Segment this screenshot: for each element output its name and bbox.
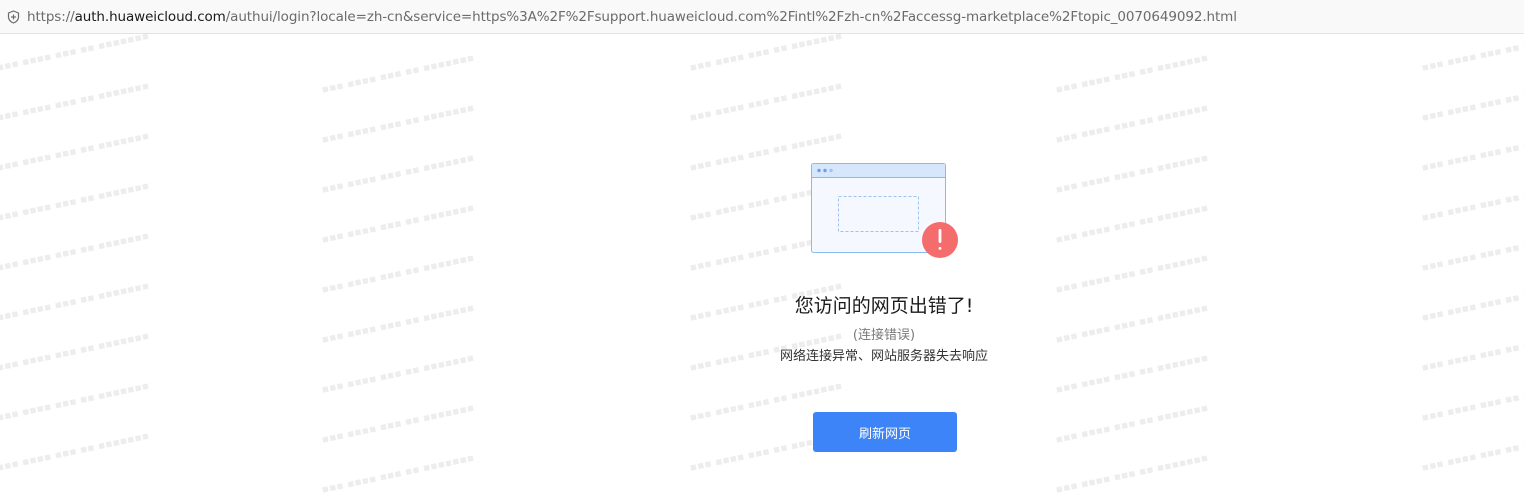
- error-description: 网络连接异常、网站服务器失去响应: [779, 349, 988, 364]
- address-bar[interactable]: https://auth.huaweicloud.com/authui/logi…: [0, 0, 1524, 34]
- watermark-mark: ▪▪▪ ▪▪▪▪ ▪▪▪ ▪▪ ▪▪▪▪▪▪▪: [1420, 278, 1524, 325]
- watermark-mark: ▪▪▪ ▪▪▪▪ ▪▪▪ ▪▪ ▪▪▪▪▪▪▪: [1054, 450, 1210, 496]
- watermark-mark: ▪▪▪ ▪▪▪▪ ▪▪▪ ▪▪ ▪▪▪▪▪▪▪: [688, 78, 844, 125]
- error-title: 您访问的网页出错了!: [794, 295, 974, 317]
- shield-icon[interactable]: [6, 9, 20, 24]
- watermark-mark: ▪▪▪ ▪▪▪▪ ▪▪▪ ▪▪ ▪▪▪▪▪▪▪: [1420, 428, 1524, 475]
- watermark-mark: ▪▪▪ ▪▪▪▪ ▪▪▪ ▪▪ ▪▪▪▪▪▪▪: [1054, 50, 1210, 97]
- url-path: /authui/login?locale=zh-cn&service=https…: [225, 8, 1237, 25]
- watermark-mark: ▪▪▪ ▪▪▪▪ ▪▪▪ ▪▪ ▪▪▪▪▪▪▪: [0, 78, 151, 125]
- watermark-mark: ▪▪▪ ▪▪▪▪ ▪▪▪ ▪▪ ▪▪▪▪▪▪▪: [320, 150, 476, 197]
- watermark-mark: ▪▪▪ ▪▪▪▪ ▪▪▪ ▪▪ ▪▪▪▪▪▪▪: [0, 328, 151, 375]
- watermark-mark: ▪▪▪ ▪▪▪▪ ▪▪▪ ▪▪ ▪▪▪▪▪▪▪: [1420, 28, 1524, 75]
- watermark-mark: ▪▪▪ ▪▪▪▪ ▪▪▪ ▪▪ ▪▪▪▪▪▪▪: [320, 100, 476, 147]
- watermark-mark: ▪▪▪ ▪▪▪▪ ▪▪▪ ▪▪ ▪▪▪▪▪▪▪: [1054, 200, 1210, 247]
- watermark-mark: ▪▪▪ ▪▪▪▪ ▪▪▪ ▪▪ ▪▪▪▪▪▪▪: [1054, 250, 1210, 297]
- watermark-mark: ▪▪▪ ▪▪▪▪ ▪▪▪ ▪▪ ▪▪▪▪▪▪▪: [320, 250, 476, 297]
- watermark-mark: ▪▪▪ ▪▪▪▪ ▪▪▪ ▪▪ ▪▪▪▪▪▪▪: [320, 300, 476, 347]
- watermark-mark: ▪▪▪ ▪▪▪▪ ▪▪▪ ▪▪ ▪▪▪▪▪▪▪: [320, 350, 476, 397]
- watermark-mark: ▪▪▪ ▪▪▪▪ ▪▪▪ ▪▪ ▪▪▪▪▪▪▪: [0, 28, 151, 75]
- watermark-mark: ▪▪▪ ▪▪▪▪ ▪▪▪ ▪▪ ▪▪▪▪▪▪▪: [0, 278, 151, 325]
- url-scheme: https://: [27, 8, 75, 25]
- watermark-mark: ▪▪▪ ▪▪▪▪ ▪▪▪ ▪▪ ▪▪▪▪▪▪▪: [320, 50, 476, 97]
- watermark-mark: ▪▪▪ ▪▪▪▪ ▪▪▪ ▪▪ ▪▪▪▪▪▪▪: [320, 200, 476, 247]
- url-host: auth.huaweicloud.com: [74, 8, 226, 25]
- watermark-mark: ▪▪▪ ▪▪▪▪ ▪▪▪ ▪▪ ▪▪▪▪▪▪▪: [320, 400, 476, 447]
- watermark-mark: ▪▪▪ ▪▪▪▪ ▪▪▪ ▪▪ ▪▪▪▪▪▪▪: [0, 128, 151, 175]
- watermark-mark: ▪▪▪ ▪▪▪▪ ▪▪▪ ▪▪ ▪▪▪▪▪▪▪: [1054, 100, 1210, 147]
- watermark-mark: ▪▪▪ ▪▪▪▪ ▪▪▪ ▪▪ ▪▪▪▪▪▪▪: [1054, 400, 1210, 447]
- watermark-mark: ▪▪▪ ▪▪▪▪ ▪▪▪ ▪▪ ▪▪▪▪▪▪▪: [688, 28, 844, 75]
- page-content: ▪▪▪ ▪▪▪▪ ▪▪▪ ▪▪ ▪▪▪▪▪▪▪ ▪▪▪ ▪▪▪▪ ▪▪▪ ▪▪ ▪…: [0, 29, 1524, 496]
- watermark-mark: ▪▪▪ ▪▪▪▪ ▪▪▪ ▪▪ ▪▪▪▪▪▪▪: [1054, 150, 1210, 197]
- watermark-mark: ▪▪▪ ▪▪▪▪ ▪▪▪ ▪▪ ▪▪▪▪▪▪▪: [1420, 78, 1524, 125]
- watermark-mark: ▪▪▪ ▪▪▪▪ ▪▪▪ ▪▪ ▪▪▪▪▪▪▪: [320, 450, 476, 496]
- watermark-mark: ▪▪▪ ▪▪▪▪ ▪▪▪ ▪▪ ▪▪▪▪▪▪▪: [1420, 228, 1524, 275]
- url-text[interactable]: https://auth.huaweicloud.com/authui/logi…: [27, 9, 1237, 25]
- watermark-mark: ▪▪▪ ▪▪▪▪ ▪▪▪ ▪▪ ▪▪▪▪▪▪▪: [1420, 328, 1524, 375]
- watermark-mark: ▪▪▪ ▪▪▪▪ ▪▪▪ ▪▪ ▪▪▪▪▪▪▪: [0, 428, 151, 475]
- error-subtitle: (连接错误): [852, 328, 916, 343]
- watermark-mark: ▪▪▪ ▪▪▪▪ ▪▪▪ ▪▪ ▪▪▪▪▪▪▪: [0, 178, 151, 225]
- watermark-mark: ▪▪▪ ▪▪▪▪ ▪▪▪ ▪▪ ▪▪▪▪▪▪▪: [1420, 378, 1524, 425]
- watermark-mark: ▪▪▪ ▪▪▪▪ ▪▪▪ ▪▪ ▪▪▪▪▪▪▪: [1420, 128, 1524, 175]
- refresh-button[interactable]: 刷新网页: [813, 412, 957, 452]
- watermark-mark: ▪▪▪ ▪▪▪▪ ▪▪▪ ▪▪ ▪▪▪▪▪▪▪: [0, 378, 151, 425]
- watermark-mark: ▪▪▪ ▪▪▪▪ ▪▪▪ ▪▪ ▪▪▪▪▪▪▪: [1420, 178, 1524, 225]
- watermark-mark: ▪▪▪ ▪▪▪▪ ▪▪▪ ▪▪ ▪▪▪▪▪▪▪: [0, 228, 151, 275]
- browser-window-error-icon: [811, 163, 958, 258]
